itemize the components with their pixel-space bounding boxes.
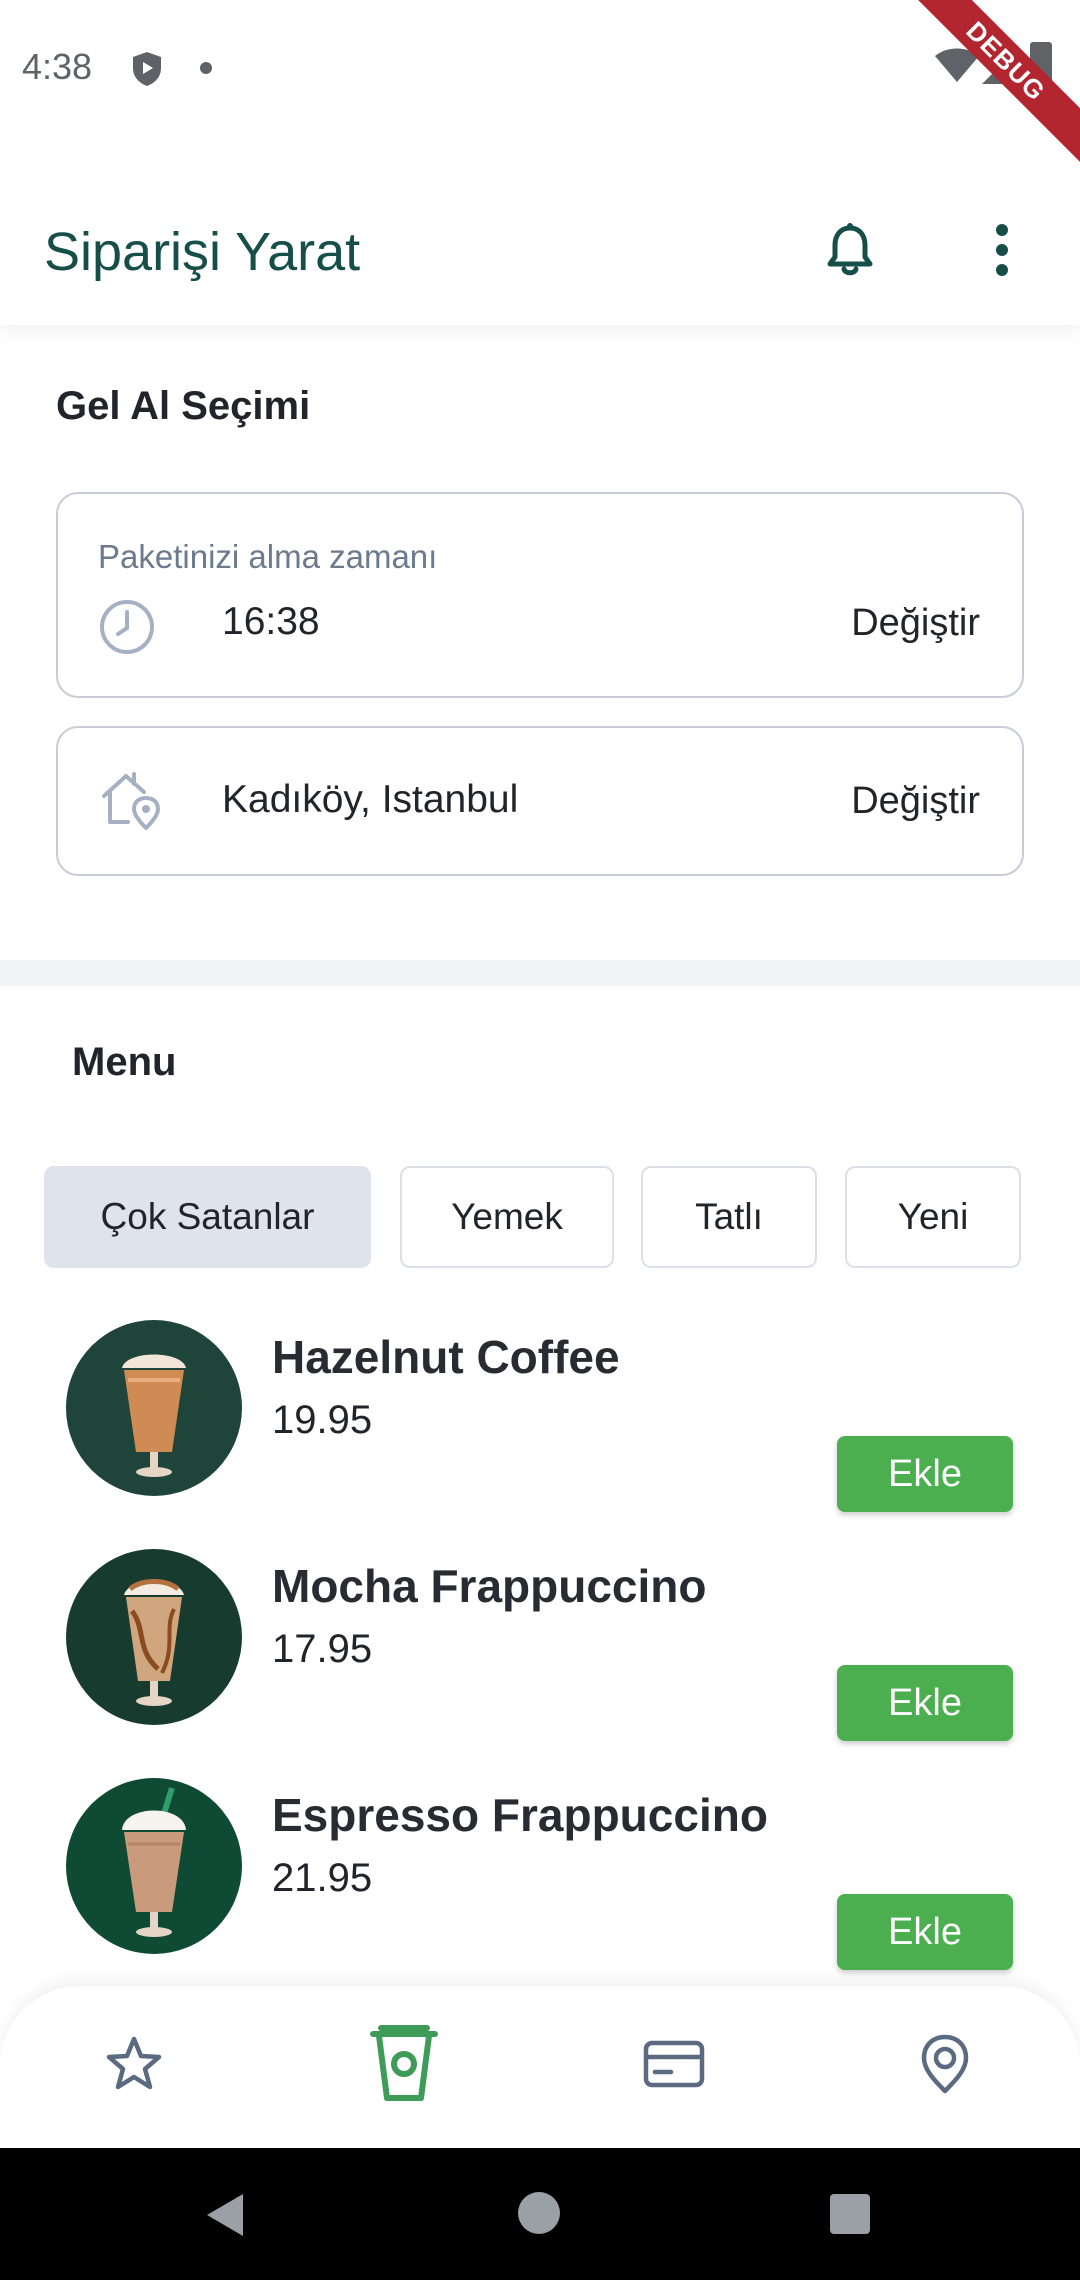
pickup-time-card: Paketinizi alma zamanı 16:38 Değiştir <box>56 492 1024 698</box>
bell-icon <box>827 223 873 276</box>
product-image <box>66 1778 242 1954</box>
change-time-link[interactable]: Değiştir <box>851 602 980 645</box>
pickup-time-label: Paketinizi alma zamanı <box>98 538 438 575</box>
mocha-frappuccino-image <box>66 1549 242 1725</box>
status-time: 4:38 <box>22 46 93 87</box>
product-name: Mocha Frappuccino <box>272 1560 707 1612</box>
clock-icon <box>100 600 154 654</box>
tab-food[interactable]: Yemek <box>400 1166 614 1268</box>
nav-favorites[interactable] <box>94 2024 174 2104</box>
system-navigation-bar <box>0 2148 1080 2280</box>
nav-payment[interactable] <box>634 2024 714 2104</box>
page-title: Siparişi Yarat <box>44 222 361 282</box>
add-to-cart-button[interactable]: Ekle <box>837 1665 1013 1741</box>
add-to-cart-button[interactable]: Ekle <box>837 1894 1013 1970</box>
espresso-frappuccino-image <box>66 1778 242 1954</box>
signal-icon <box>982 48 1018 84</box>
status-bar: 4:38 <box>0 0 1080 135</box>
pickup-location-card: Kadıköy, Istanbul Değiştir <box>56 726 1024 876</box>
app-bar: Siparişi Yarat <box>0 175 1080 325</box>
product-image <box>66 1320 242 1496</box>
more-options-button[interactable] <box>975 215 1029 285</box>
location-pin-icon <box>921 2034 969 2094</box>
product-price: 21.95 <box>272 1856 373 1900</box>
home-location-icon <box>102 772 160 830</box>
product-price: 17.95 <box>272 1627 373 1671</box>
product-item: Hazelnut Coffee 19.95 Ekle <box>0 1320 1080 1520</box>
cup-icon <box>370 2025 438 2101</box>
nav-order[interactable] <box>364 2024 444 2104</box>
product-name: Espresso Frappuccino <box>272 1789 768 1841</box>
recent-apps-icon[interactable] <box>830 2194 870 2234</box>
card-icon <box>643 2040 705 2088</box>
tab-new[interactable]: Yeni <box>845 1166 1021 1268</box>
change-location-link[interactable]: Değiştir <box>851 780 980 823</box>
add-to-cart-button[interactable]: Ekle <box>837 1436 1013 1512</box>
hazelnut-coffee-image <box>66 1320 242 1496</box>
product-price: 19.95 <box>272 1398 373 1442</box>
pickup-section-title: Gel Al Seçimi <box>56 384 311 428</box>
back-icon[interactable] <box>205 2192 245 2238</box>
product-image <box>66 1549 242 1725</box>
tab-dessert[interactable]: Tatlı <box>641 1166 817 1268</box>
battery-icon <box>1030 42 1052 84</box>
tab-best-sellers[interactable]: Çok Satanlar <box>44 1166 371 1268</box>
star-icon <box>106 2036 162 2090</box>
nav-stores[interactable] <box>905 2024 985 2104</box>
menu-section-title: Menu <box>72 1040 177 1084</box>
more-vertical-icon <box>996 224 1008 276</box>
shield-icon <box>133 52 161 86</box>
pickup-location-value: Kadıköy, Istanbul <box>222 778 519 821</box>
notifications-button[interactable] <box>820 215 880 285</box>
section-divider <box>0 960 1080 986</box>
bottom-navigation <box>0 1986 1080 2148</box>
notification-dot <box>200 62 212 74</box>
home-icon[interactable] <box>518 2192 560 2234</box>
pickup-time-value: 16:38 <box>222 600 320 643</box>
product-name: Hazelnut Coffee <box>272 1331 620 1383</box>
wifi-icon <box>935 48 979 82</box>
product-item: Espresso Frappuccino 21.95 Ekle <box>0 1778 1080 1978</box>
product-item: Mocha Frappuccino 17.95 Ekle <box>0 1549 1080 1749</box>
